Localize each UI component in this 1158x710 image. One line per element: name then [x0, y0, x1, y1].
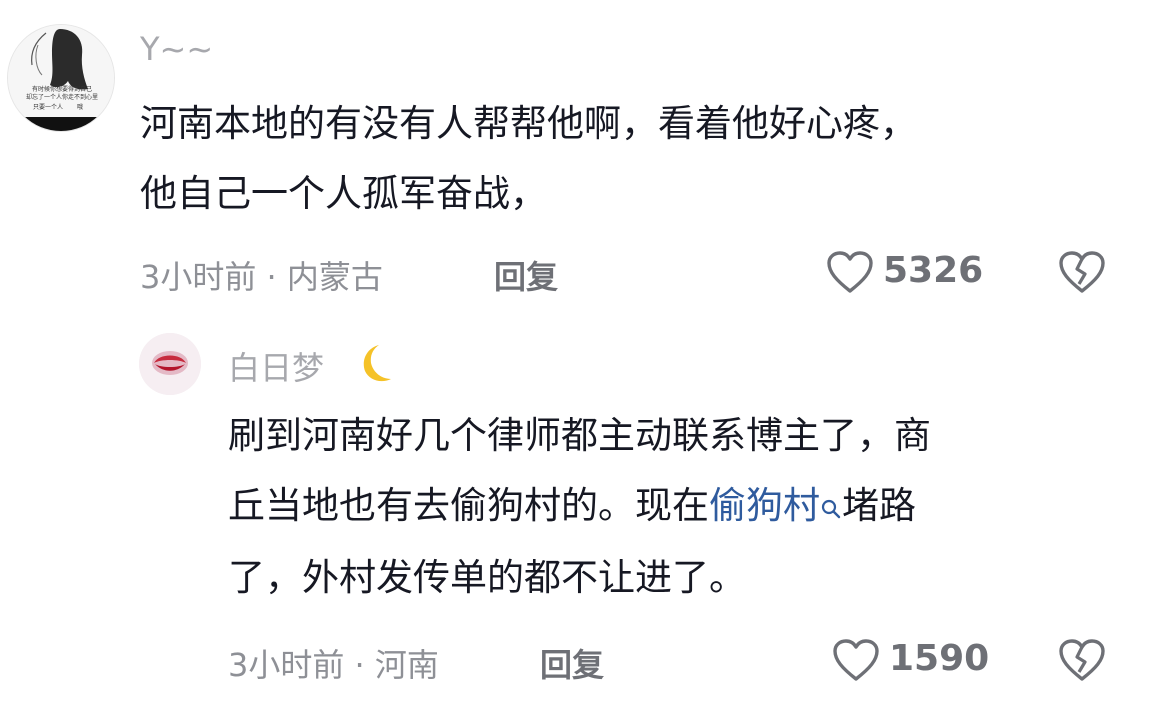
comment-text-line: 他自己一个人孤军奋战， [140, 172, 547, 215]
heart-outline-icon[interactable] [832, 638, 880, 682]
comment-text-segment: 堵路 [842, 484, 916, 527]
comment-meta: 3小时前 · 内蒙古 [140, 258, 383, 296]
avatar-text-line: 有时候你想要得到自己 [32, 85, 92, 93]
avatar-illustration [139, 333, 201, 395]
comment-text-line: 了，外村发传单的都不让进了。 [228, 556, 746, 599]
comment-text: 刷到河南好几个律师都主动联系博主了，商 丘当地也有去偷狗村的。现在偷狗村 堵路 了… [228, 410, 931, 604]
avatar[interactable] [139, 333, 201, 395]
avatar-text-line: 却忘了一个人你走不到心里 [26, 93, 98, 101]
comment-text-segment: 丘当地也有去偷狗村的。现在 [228, 484, 709, 527]
comment-text-line: 丘当地也有去偷狗村的。现在偷狗村 堵路 [228, 480, 931, 534]
heart-outline-icon[interactable] [826, 250, 874, 294]
broken-heart-icon[interactable] [1058, 250, 1106, 294]
avatar[interactable]: 有时候你想要得到自己 却忘了一个人你走不到心里 只要一个人 哦 [7, 24, 115, 132]
broken-heart-icon[interactable] [1058, 638, 1106, 682]
comment-username[interactable]: 白日梦 [228, 343, 324, 389]
comment-text-line: 刷到河南好几个律师都主动联系博主了，商 [228, 414, 931, 457]
comment-text-line: 河南本地的有没有人帮帮他啊，看着他好心疼， [140, 102, 917, 145]
comment-meta: 3小时前 · 河南 [228, 646, 439, 684]
search-link[interactable]: 偷狗村 [709, 484, 820, 527]
comment-username-text: 白日梦 [228, 349, 325, 387]
avatar-text-line: 哦 [77, 103, 83, 111]
comment-username[interactable]: Y~~ [140, 30, 213, 68]
like-count: 5326 [883, 250, 984, 291]
reply-button[interactable]: 回复 [494, 252, 558, 298]
search-icon[interactable] [820, 482, 842, 534]
comment-text: 河南本地的有没有人帮帮他啊，看着他好心疼， 他自己一个人孤军奋战， [140, 98, 917, 220]
reply-button[interactable]: 回复 [540, 640, 604, 686]
crescent-moon-icon [349, 342, 397, 386]
avatar-illustration: 有时候你想要得到自己 却忘了一个人你走不到心里 只要一个人 哦 [8, 25, 114, 131]
like-count: 1590 [889, 638, 990, 679]
avatar-text-line: 只要一个人 [33, 104, 63, 111]
